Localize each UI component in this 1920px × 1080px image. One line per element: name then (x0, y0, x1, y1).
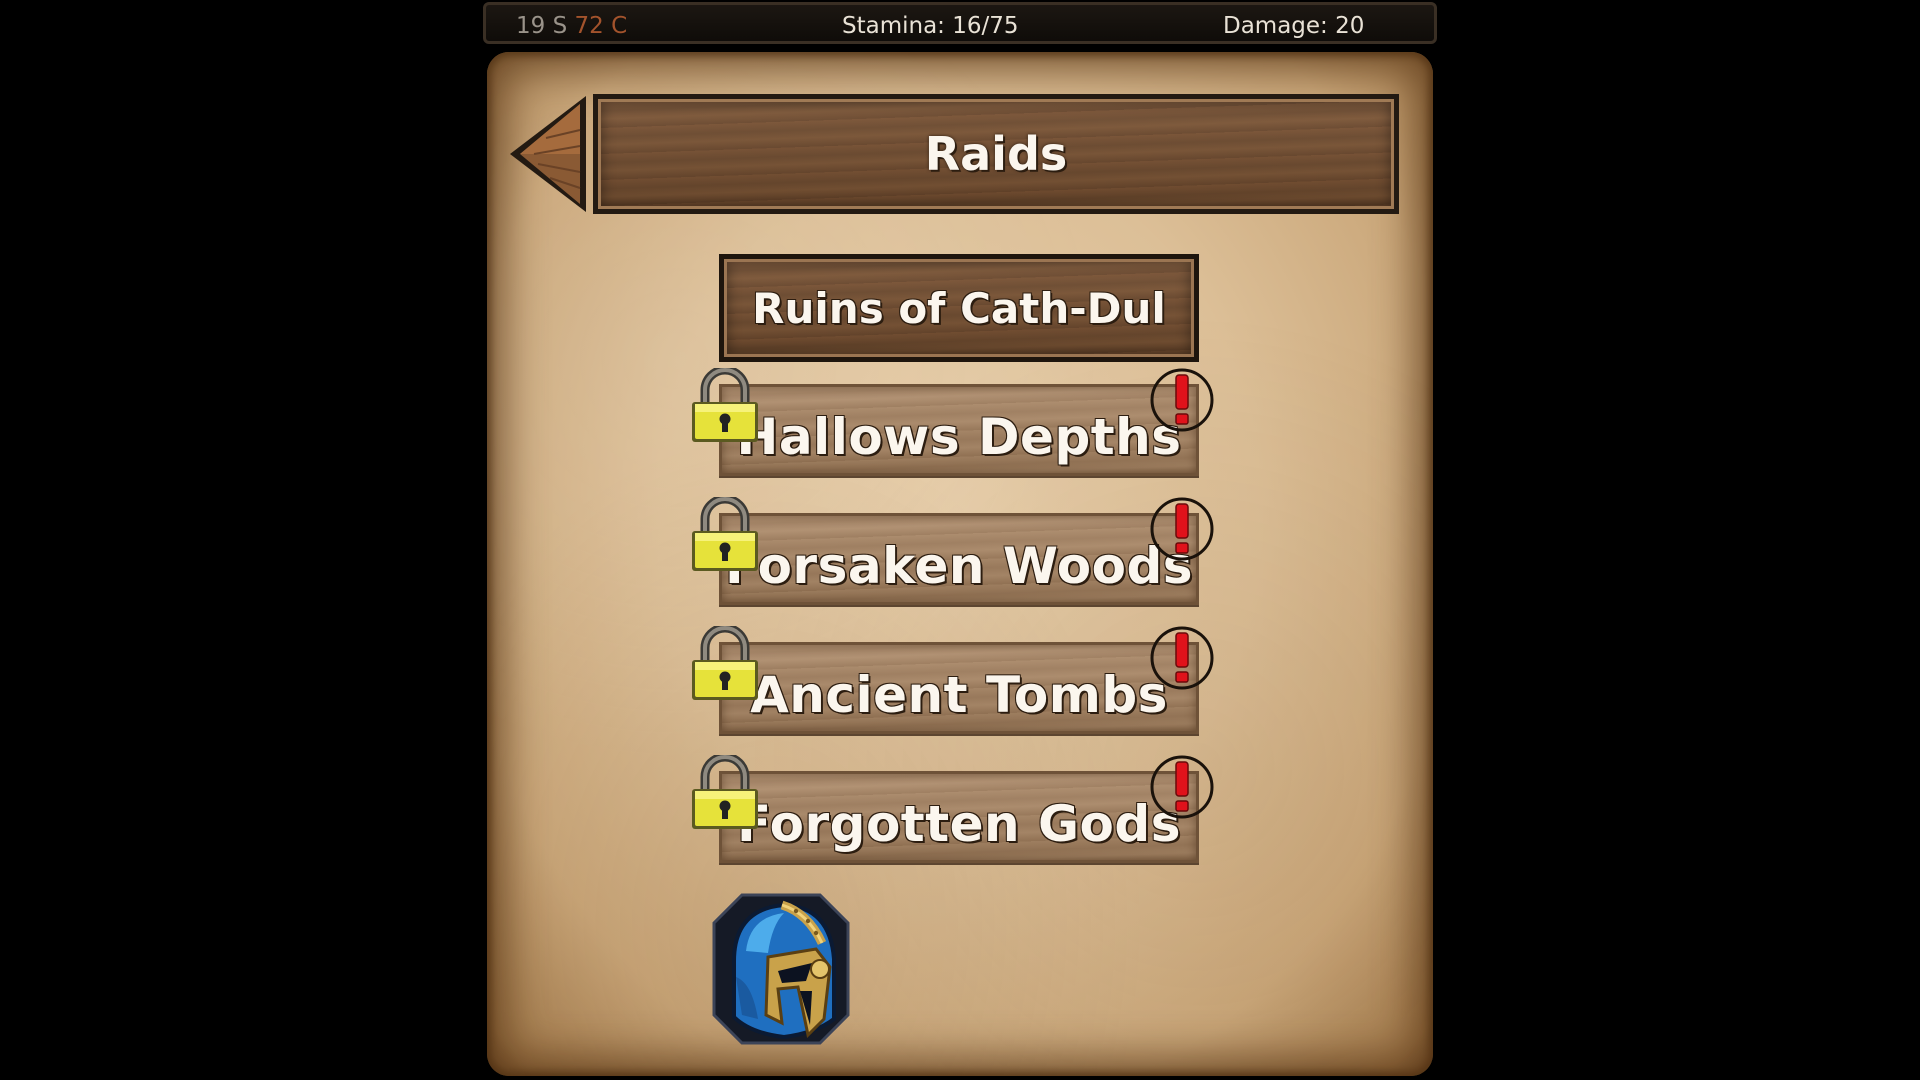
stamina-display: Stamina: 16/75 (842, 13, 1019, 39)
raid-button-hallows-depths[interactable]: Hallows Depths (692, 368, 1214, 476)
raid-button-ancient-tombs[interactable]: Ancient Tombs (692, 626, 1214, 734)
silver-amount: 19 S (516, 13, 568, 39)
padlock-icon (692, 755, 758, 829)
raid-plank: Ruins of Cath-Dul (724, 259, 1194, 357)
raid-label: Ruins of Cath-Dul (752, 283, 1166, 333)
exclamation-icon (1150, 755, 1214, 819)
raid-button-forgotten-gods[interactable]: Forgotten Gods (692, 755, 1214, 863)
damage-display: Damage: 20 (1223, 13, 1365, 39)
back-button[interactable] (506, 94, 589, 214)
page-title: Raids (924, 127, 1068, 181)
exclamation-icon (1150, 368, 1214, 432)
game-screen: 19 S 72 C Stamina: 16/75 Damage: 20 Raid… (0, 0, 1920, 1080)
raid-label: Forsaken Woods (724, 537, 1194, 595)
exclamation-icon (1150, 626, 1214, 690)
padlock-icon (692, 626, 758, 700)
raid-label: Ancient Tombs (750, 666, 1168, 724)
exclamation-icon (1150, 497, 1214, 561)
status-bar: 19 S 72 C Stamina: 16/75 Damage: 20 (483, 2, 1437, 44)
blue-helmet-icon (712, 893, 850, 1045)
character-button[interactable] (712, 891, 850, 1047)
raid-label: Forgotten Gods (737, 795, 1181, 853)
copper-amount: 72 C (574, 13, 628, 39)
currency-display: 19 S 72 C (516, 13, 627, 39)
raid-button-ruins-of-cath-dul[interactable]: Ruins of Cath-Dul (719, 254, 1199, 362)
title-plank: Raids (598, 99, 1394, 209)
padlock-icon (692, 368, 758, 442)
raid-label: Hallows Depths (736, 408, 1182, 466)
back-arrow-icon (510, 96, 586, 212)
padlock-icon (692, 497, 758, 571)
raid-button-forsaken-woods[interactable]: Forsaken Woods (692, 497, 1214, 605)
title-banner: Raids (593, 94, 1399, 214)
